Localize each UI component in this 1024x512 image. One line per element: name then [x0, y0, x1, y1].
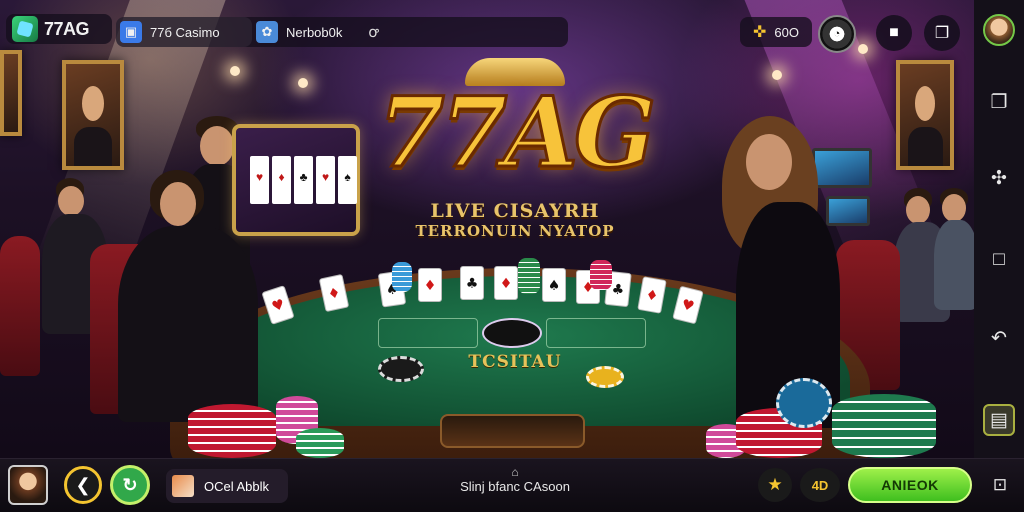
table-selector[interactable]: OCel Abblk — [166, 469, 288, 503]
back-gesture-icon[interactable]: ↶ — [983, 322, 1015, 354]
back-arrow-icon: ❮ — [75, 474, 91, 495]
puzzle-icon[interactable]: ✣ — [983, 162, 1015, 194]
lobby-toggle[interactable]: ⌂ Slinj bfanc CAsoon — [430, 465, 600, 494]
felt-label: TCSITAU — [468, 352, 562, 372]
playing-card: ♠ — [542, 268, 566, 302]
cube-logo-icon — [12, 16, 38, 42]
tab-casino[interactable]: ▣ 77б Casimo — [116, 17, 252, 47]
reload-icon: ↻ — [122, 474, 138, 495]
screenshot-icon[interactable]: ▤ — [983, 404, 1015, 436]
game-logo: 77AG LIVE CISAYRH TERRONUIN NYATOP — [355, 58, 675, 248]
primary-action-button[interactable]: ANIEOK — [848, 467, 972, 503]
lobby-label: Slinj bfanc CAsoon — [460, 479, 570, 494]
chip — [378, 356, 424, 382]
back-button[interactable]: ❮ — [64, 466, 102, 504]
user-avatar[interactable] — [983, 14, 1015, 46]
reload-button[interactable]: ↻ — [110, 465, 150, 505]
wall-monitor — [826, 196, 870, 226]
tab-label: Nerbob0k — [286, 24, 343, 40]
betting-box — [378, 318, 478, 348]
tab-label: 77б Casimo — [150, 24, 220, 40]
lock-icon[interactable]: ⊡ — [986, 471, 1014, 499]
player-avatar[interactable] — [8, 465, 48, 505]
felt-logo-icon — [482, 318, 542, 348]
chip-stack — [188, 404, 276, 458]
chip — [776, 378, 832, 428]
playing-card: ♦ — [418, 268, 442, 302]
wall-monitor — [812, 148, 872, 188]
casino-scene: ♥ ♦ ♣ ♥ ♠ 77AG LIVE CISAYRH TERRONUIN NYATOP… — [0, 0, 974, 458]
chip-stack — [832, 394, 936, 458]
table-drop-slot — [440, 414, 585, 448]
level-badge[interactable]: 4D — [800, 468, 840, 502]
bottom-bar: ❮ ↻ OCel Abblk ⌂ Slinj bfanc CAsoon ★ 4D… — [0, 458, 1024, 512]
table-icon — [172, 475, 194, 497]
dealer-card-board: ♥ ♦ ♣ ♥ ♠ — [232, 124, 360, 236]
logo-text: 77AG — [376, 76, 657, 189]
wall-portrait — [0, 50, 22, 136]
betting-box — [546, 318, 646, 348]
translate-icon: ✿ — [256, 21, 278, 43]
table-selector-label: OCel Abblk — [204, 478, 270, 494]
tab-extra-icon[interactable]: ꝍ — [368, 22, 378, 42]
ceiling-light — [772, 70, 782, 80]
side-rail: ❐ ✣ □ ↶ ▤ — [974, 0, 1024, 458]
coin-icon: ✜ — [753, 24, 767, 41]
wall-portrait — [896, 60, 954, 170]
top-bar: 77AG ▣ 77б Casimo ✿ Nerbob0k ꝍ ✜ 60O ◔ ■… — [0, 0, 974, 62]
chip-stack — [392, 262, 412, 292]
chip — [586, 366, 624, 388]
wall-portrait — [62, 60, 124, 170]
copy-icon[interactable]: ❐ — [983, 86, 1015, 118]
chevron-up-icon: ⌂ — [511, 465, 519, 479]
logo-tagline-1: LIVE CISAYRH — [430, 200, 600, 222]
brand-label: 77AG — [44, 18, 90, 39]
square-icon[interactable]: □ — [983, 244, 1015, 276]
brand-badge[interactable]: 77AG — [6, 14, 112, 44]
chip-stack — [518, 258, 540, 294]
chair — [0, 236, 40, 376]
coin-value: 60O — [774, 24, 799, 40]
star-icon: ★ — [767, 475, 783, 494]
page-icon[interactable]: ❐ — [924, 15, 960, 51]
chip-stack — [296, 428, 344, 458]
browser-tabs: ▣ 77б Casimo ✿ Nerbob0k ꝍ — [116, 17, 568, 47]
tab-second[interactable]: ✿ Nerbob0k — [252, 17, 350, 47]
playing-card: ♣ — [460, 266, 484, 300]
ceiling-light — [230, 66, 240, 76]
browser-icon: ▣ — [120, 21, 142, 43]
stop-button[interactable]: ■ — [876, 15, 912, 51]
playing-card: ♦ — [494, 266, 518, 300]
favorite-button[interactable]: ★ — [758, 468, 792, 502]
logo-tagline-2: TERRONUIN NYATOP — [415, 222, 615, 240]
ceiling-light — [298, 78, 308, 88]
timer-icon[interactable]: ◔ — [818, 15, 856, 53]
chip-stack — [590, 260, 612, 290]
coin-balance[interactable]: ✜ 60O — [740, 17, 812, 47]
